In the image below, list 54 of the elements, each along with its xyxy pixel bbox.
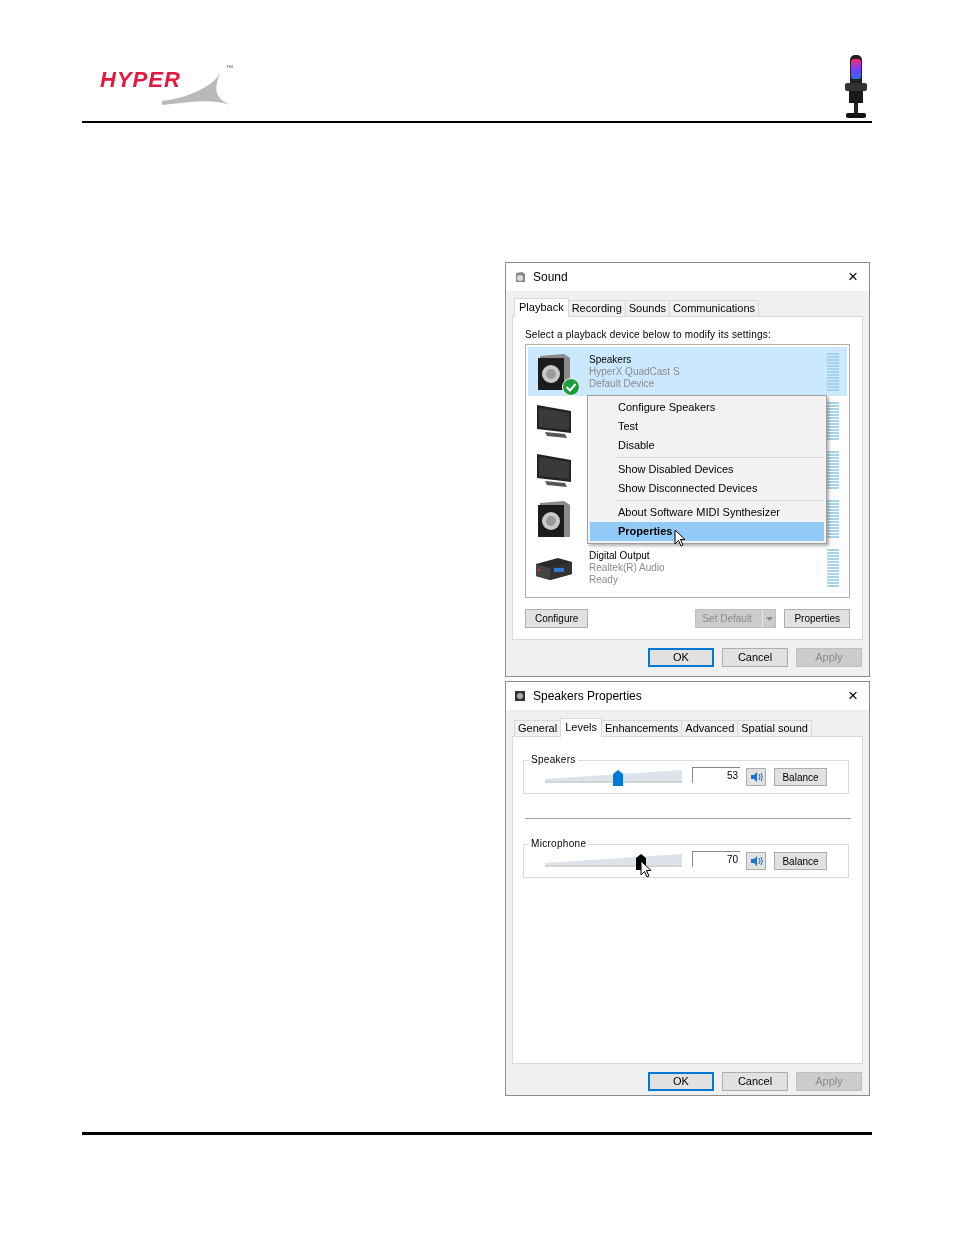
dialog-button[interactable]: OK bbox=[648, 1072, 714, 1091]
close-button[interactable]: × bbox=[845, 269, 861, 285]
menu-item[interactable]: About Software MIDI Synthesizer bbox=[590, 503, 824, 522]
device-detail: Realtek(R) Audio bbox=[589, 561, 665, 574]
speaker-icon[interactable] bbox=[536, 498, 572, 539]
button[interactable]: Properties bbox=[784, 609, 850, 628]
level-meter-icon bbox=[827, 548, 839, 587]
cursor-icon bbox=[639, 860, 652, 878]
speaker-icon bbox=[514, 690, 526, 702]
speaker-icon[interactable] bbox=[536, 351, 572, 392]
menu-item[interactable]: Properties bbox=[590, 522, 824, 541]
speaker-icon bbox=[749, 856, 763, 866]
speaker-icon bbox=[749, 772, 763, 782]
level-meter-icon bbox=[827, 499, 839, 538]
level-field[interactable]: 70 bbox=[692, 851, 740, 867]
instruction-text: Select a playback device below to modify its settings: bbox=[525, 328, 772, 341]
menu-item[interactable]: Configure Speakers bbox=[590, 398, 824, 417]
balance-button[interactable]: Balance bbox=[774, 768, 827, 786]
device-name: Speakers bbox=[589, 353, 633, 366]
level-meter-icon bbox=[827, 352, 839, 391]
device-detail: Ready bbox=[589, 573, 619, 586]
dialog-button[interactable]: Cancel bbox=[722, 1072, 788, 1091]
tab[interactable]: Levels bbox=[560, 718, 602, 737]
device-name: Digital Output bbox=[589, 549, 651, 562]
tab[interactable]: Playback bbox=[514, 298, 569, 317]
menu-item[interactable]: Show Disconnected Devices bbox=[590, 479, 824, 498]
level-meter-icon bbox=[827, 401, 839, 440]
group-label: Microphone bbox=[530, 839, 588, 849]
speaker-icon bbox=[514, 271, 526, 283]
mute-button[interactable] bbox=[746, 852, 766, 870]
tab[interactable]: Communications bbox=[669, 300, 759, 317]
menu-item[interactable]: Show Disabled Devices bbox=[590, 460, 824, 479]
device-detail: Default Device bbox=[589, 377, 656, 390]
window-title: Speakers Properties bbox=[533, 688, 642, 705]
menu-item[interactable]: Test bbox=[590, 417, 824, 436]
logo-text: HYPER bbox=[100, 67, 181, 93]
dialog-button[interactable]: OK bbox=[648, 648, 714, 667]
tab[interactable]: Spatial sound bbox=[737, 720, 812, 737]
close-button[interactable]: × bbox=[845, 688, 861, 704]
device-detail: HyperX QuadCast S bbox=[589, 365, 680, 378]
tab[interactable]: General bbox=[514, 720, 562, 737]
menu-item[interactable]: Disable bbox=[590, 436, 824, 455]
cursor-icon bbox=[674, 529, 686, 547]
button[interactable]: Configure bbox=[525, 609, 589, 628]
group-label: Speakers bbox=[530, 755, 577, 765]
balance-button[interactable]: Balance bbox=[774, 852, 827, 870]
slider-thumb[interactable] bbox=[612, 770, 623, 786]
mute-button[interactable] bbox=[746, 768, 766, 786]
tab[interactable]: Recording bbox=[567, 300, 626, 317]
window-title: Sound bbox=[533, 269, 568, 286]
level-field[interactable]: 53 bbox=[692, 767, 740, 783]
level-meter-icon bbox=[827, 450, 839, 489]
caret-icon bbox=[765, 616, 773, 621]
dialog-button[interactable]: Cancel bbox=[722, 648, 788, 667]
